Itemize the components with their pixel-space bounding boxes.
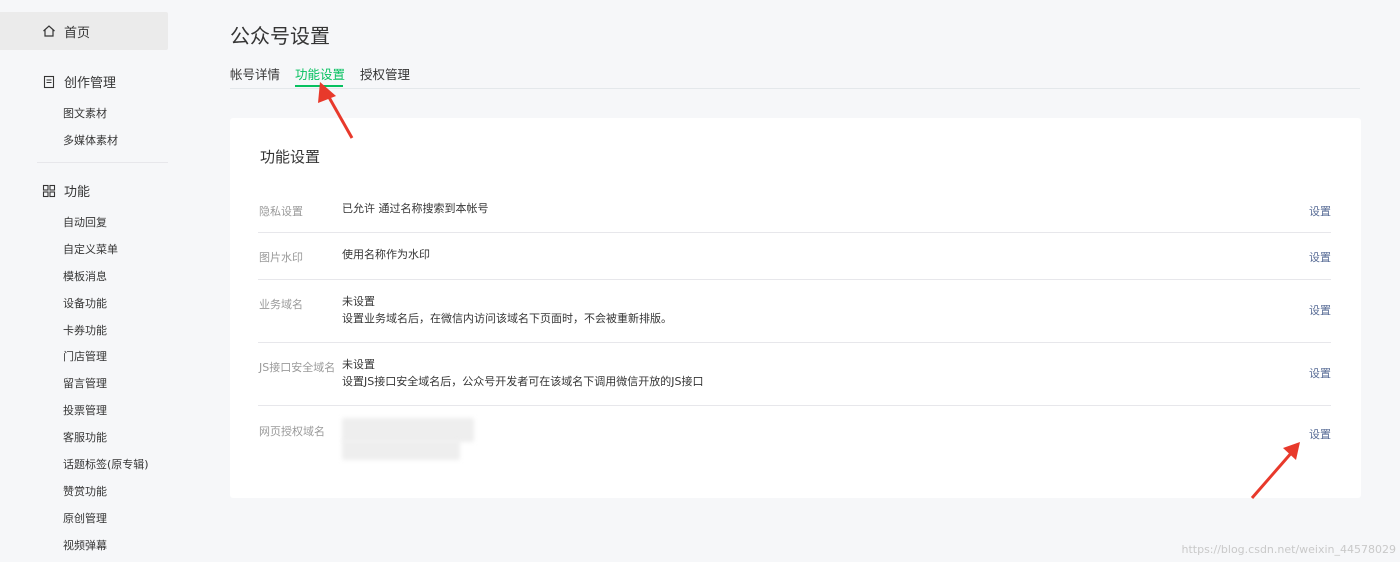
- sidebar-item-reward[interactable]: 赞赏功能: [63, 483, 107, 499]
- watermark: https://blog.csdn.net/weixin_44578029: [1181, 543, 1396, 556]
- grid-icon: [42, 184, 56, 197]
- tab-bar: 帐号详情 功能设置 授权管理: [230, 62, 1360, 89]
- row-label: 业务域名: [259, 298, 303, 311]
- row-label: 隐私设置: [259, 205, 303, 218]
- card-title: 功能设置: [260, 148, 321, 166]
- sidebar-group-label: 创作管理: [64, 76, 117, 91]
- sidebar-item-features[interactable]: 功能: [42, 181, 90, 200]
- sidebar-item-topic-tags[interactable]: 话题标签(原专辑): [63, 456, 149, 472]
- sidebar-item-customer-service[interactable]: 客服功能: [63, 429, 107, 445]
- row-label: 图片水印: [259, 251, 303, 264]
- settings-row-image-watermark: 图片水印 使用名称作为水印 设置: [258, 233, 1331, 280]
- privacy-settings-link[interactable]: 设置: [1309, 203, 1331, 219]
- sidebar-item-comments[interactable]: 留言管理: [63, 375, 107, 391]
- redacted-domain-value: [342, 418, 474, 442]
- sidebar-item-card-coupon[interactable]: 卡券功能: [63, 322, 107, 338]
- sidebar-item-custom-menu[interactable]: 自定义菜单: [63, 241, 118, 257]
- business-domain-settings-link[interactable]: 设置: [1309, 302, 1331, 318]
- sidebar-item-template-message[interactable]: 模板消息: [63, 268, 107, 284]
- page-title: 公众号设置: [230, 24, 330, 48]
- home-icon: [43, 25, 55, 37]
- tab-authorization[interactable]: 授权管理: [360, 64, 410, 83]
- sidebar-item-voting[interactable]: 投票管理: [63, 402, 107, 418]
- sidebar-item-multimedia-material[interactable]: 多媒体素材: [63, 132, 118, 148]
- watermark-settings-link[interactable]: 设置: [1309, 249, 1331, 265]
- sidebar-item-auto-reply[interactable]: 自动回复: [63, 214, 107, 230]
- sidebar: 首页 创作管理 图文素材 多媒体素材 功能 自动回复 自定义菜单 模板消息 设备…: [0, 0, 168, 562]
- sidebar-item-label: 首页: [64, 25, 91, 41]
- sidebar-group-label: 功能: [64, 185, 91, 200]
- row-label: 网页授权域名: [259, 425, 325, 438]
- settings-row-business-domain: 业务域名 未设置 设置业务域名后，在微信内访问该域名下页面时，不会被重新排版。 …: [258, 280, 1331, 343]
- web-auth-domain-settings-link[interactable]: 设置: [1309, 426, 1331, 442]
- row-value: 已允许 通过名称搜索到本帐号: [342, 202, 489, 215]
- settings-row-js-domain: JS接口安全域名 未设置 设置JS接口安全域名后，公众号开发者可在该域名下调用微…: [258, 343, 1331, 406]
- row-value-status: 未设置: [342, 358, 375, 371]
- sidebar-item-creation[interactable]: 创作管理: [42, 72, 116, 91]
- tab-account-details[interactable]: 帐号详情: [230, 64, 280, 83]
- sidebar-item-image-text-material[interactable]: 图文素材: [63, 105, 107, 121]
- redacted-domain-value: [342, 440, 460, 460]
- sidebar-item-device[interactable]: 设备功能: [63, 295, 107, 311]
- sidebar-item-video-danmaku[interactable]: 视频弹幕: [63, 537, 107, 553]
- sidebar-item-original[interactable]: 原创管理: [63, 510, 107, 526]
- row-label: JS接口安全域名: [259, 361, 336, 374]
- sidebar-item-home[interactable]: 首页: [0, 12, 168, 50]
- js-domain-settings-link[interactable]: 设置: [1309, 365, 1331, 381]
- row-value-description: 设置业务域名后，在微信内访问该域名下页面时，不会被重新排版。: [342, 312, 672, 325]
- feature-settings-card: 功能设置 隐私设置 已允许 通过名称搜索到本帐号 设置 图片水印 使用名称作为水…: [230, 118, 1361, 498]
- tab-feature-settings[interactable]: 功能设置: [295, 64, 345, 83]
- row-value-status: 未设置: [342, 295, 375, 308]
- sidebar-item-store[interactable]: 门店管理: [63, 348, 107, 364]
- settings-row-web-auth-domain: 网页授权域名 设置: [258, 406, 1331, 468]
- document-icon: [43, 75, 55, 88]
- row-value: 使用名称作为水印: [342, 248, 430, 261]
- active-tab-indicator: [295, 85, 343, 87]
- row-value-description: 设置JS接口安全域名后，公众号开发者可在该域名下调用微信开放的JS接口: [342, 375, 704, 388]
- sidebar-divider: [37, 162, 168, 163]
- settings-row-privacy: 隐私设置 已允许 通过名称搜索到本帐号 设置: [258, 186, 1331, 233]
